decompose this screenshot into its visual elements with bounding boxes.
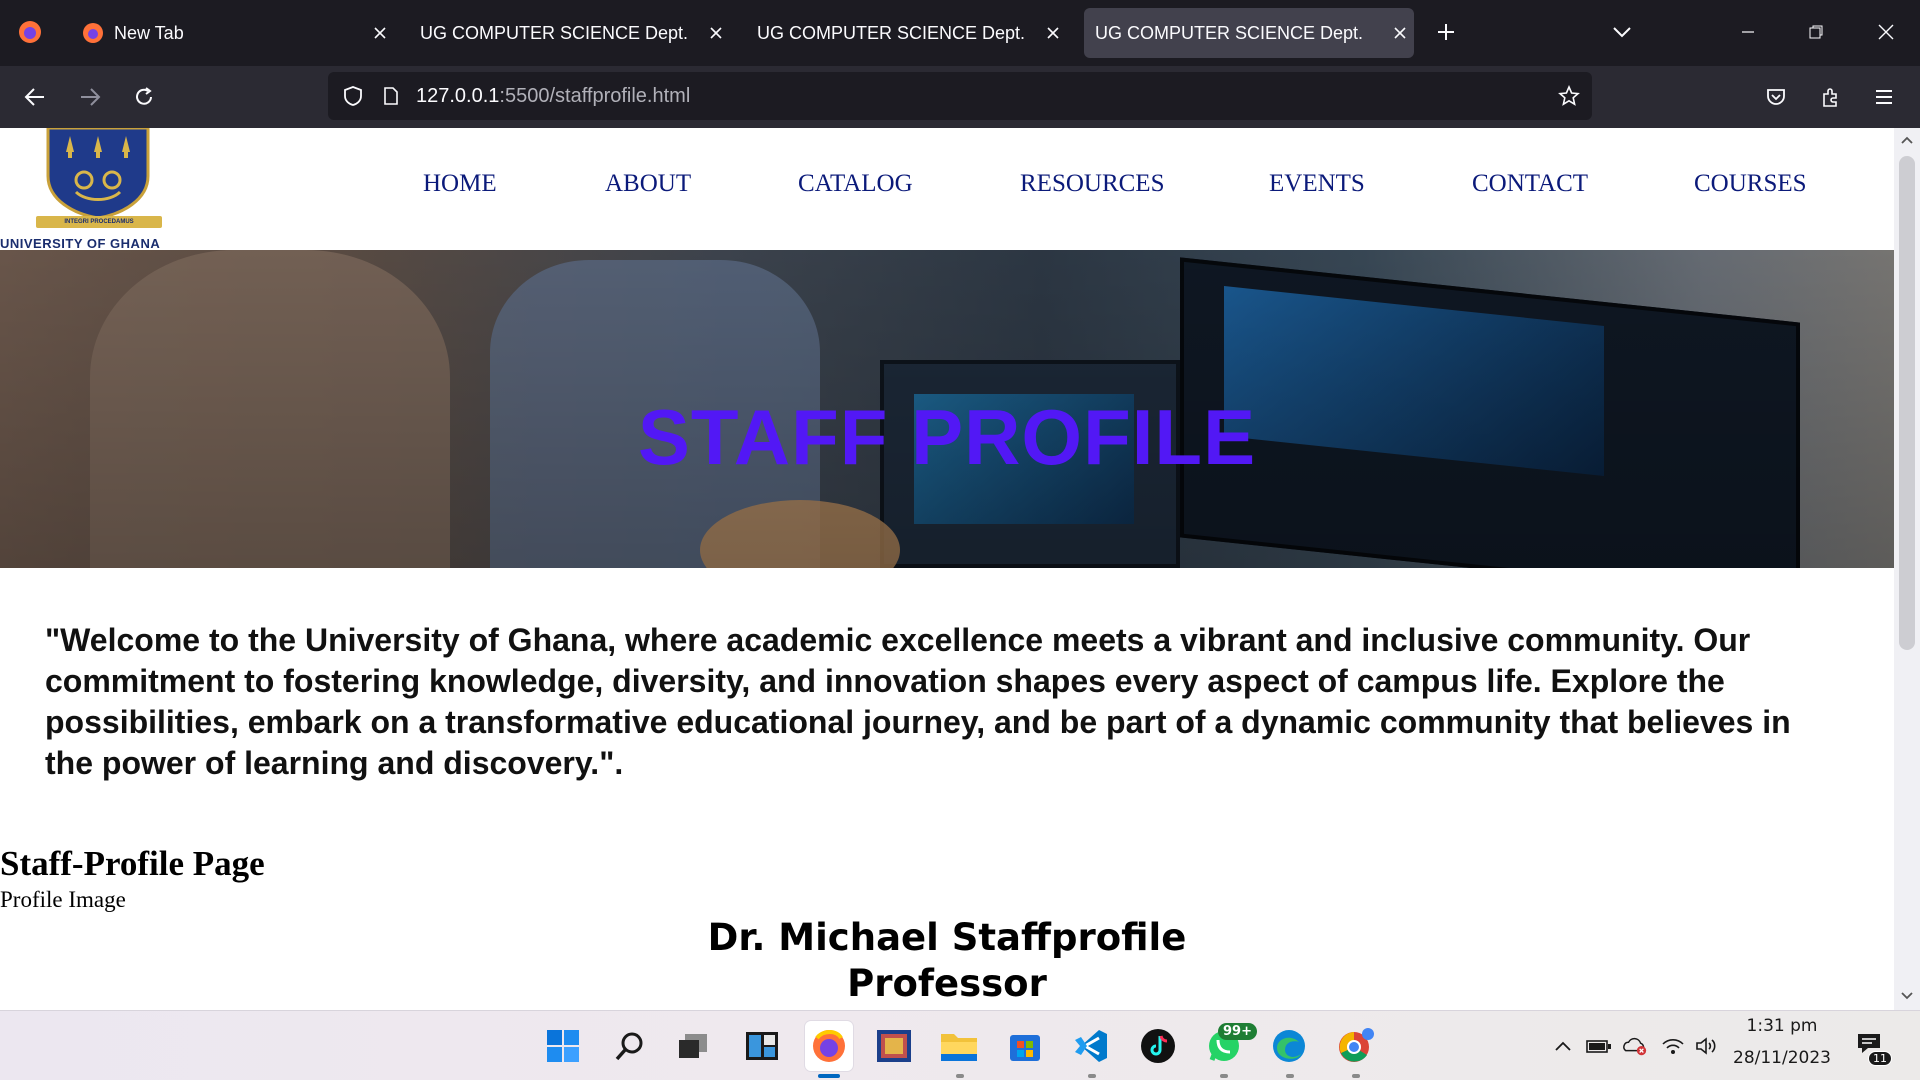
hero-title: STAFF PROFILE xyxy=(637,393,1257,481)
tab-label: UG COMPUTER SCIENCE Dept. xyxy=(1095,22,1364,43)
wifi-icon[interactable] xyxy=(1660,1033,1686,1059)
windows-taskbar: 99+ 11 xyxy=(0,1010,1920,1080)
volume-icon[interactable] xyxy=(1694,1033,1720,1059)
welcome-text: "Welcome to the University of Ghana, whe… xyxy=(45,622,1791,781)
tab-new-tab[interactable]: New Tab xyxy=(82,8,394,58)
tab-ug-cs-2[interactable]: UG COMPUTER SCIENCE Dept. xyxy=(757,8,1067,58)
nav-courses[interactable]: COURSES xyxy=(1694,170,1807,198)
app-indicator xyxy=(1286,1074,1294,1078)
nav-about[interactable]: ABOUT xyxy=(605,170,691,198)
close-icon[interactable] xyxy=(1386,19,1414,47)
clock-date[interactable]: 28/11/2023 xyxy=(1728,1048,1836,1068)
windows-start-icon[interactable] xyxy=(541,1024,585,1068)
pocket-icon[interactable] xyxy=(1758,79,1794,115)
nav-events[interactable]: EVENTS xyxy=(1269,170,1365,198)
vscode-icon[interactable] xyxy=(1069,1024,1113,1068)
chrome-icon[interactable] xyxy=(1334,1024,1378,1068)
search-icon[interactable] xyxy=(608,1024,652,1068)
staff-name: Dr. Michael Staffprofile xyxy=(707,916,1187,959)
scrollbar-thumb[interactable] xyxy=(1899,156,1915,650)
nav-home[interactable]: HOME xyxy=(423,170,497,198)
scroll-up-icon[interactable] xyxy=(1899,132,1915,148)
store-icon[interactable] xyxy=(1003,1024,1047,1068)
tab-label: UG COMPUTER SCIENCE Dept. xyxy=(757,22,1026,43)
url-host: 127.0.0.1 xyxy=(416,84,500,107)
file-explorer-icon[interactable] xyxy=(937,1024,981,1068)
close-icon[interactable] xyxy=(702,19,730,47)
firefox-menu-icon[interactable] xyxy=(12,14,48,50)
app-indicator xyxy=(956,1074,964,1078)
url-path: :5500/staffprofile.html xyxy=(499,84,691,107)
page-heading: Staff-Profile Page xyxy=(0,844,265,883)
forward-icon[interactable] xyxy=(72,79,108,115)
app-indicator xyxy=(1088,1074,1096,1078)
app-indicator xyxy=(1352,1074,1360,1078)
app-indicator xyxy=(1220,1074,1228,1078)
edge-icon[interactable] xyxy=(1267,1024,1311,1068)
active-app-indicator xyxy=(818,1074,840,1078)
tab-ug-cs-1[interactable]: UG COMPUTER SCIENCE Dept. xyxy=(420,8,730,58)
shield-icon[interactable] xyxy=(338,85,368,107)
scroll-down-icon[interactable] xyxy=(1899,988,1915,1004)
tiktok-icon[interactable] xyxy=(1136,1024,1180,1068)
new-tab-plus-icon[interactable] xyxy=(1428,14,1464,50)
notification-count: 11 xyxy=(1868,1051,1892,1066)
page-icon[interactable] xyxy=(376,86,406,106)
hero-banner: STAFF PROFILE xyxy=(0,250,1894,568)
firefox-icon xyxy=(82,22,104,44)
firefox-taskbar-icon[interactable] xyxy=(805,1021,853,1071)
nav-catalog[interactable]: CATALOG xyxy=(798,170,913,198)
url-text[interactable]: 127.0.0.1 :5500/staffprofile.html xyxy=(416,85,690,108)
star-icon[interactable] xyxy=(1554,85,1584,107)
nav-resources[interactable]: RESOURCES xyxy=(1020,170,1164,198)
page-viewport: INTEGRI PROCEDAMUS UNIVERSITY OF GHANA H… xyxy=(0,128,1920,1010)
logo-university-name: UNIVERSITY OF GHANA xyxy=(0,236,161,251)
staff-title: Professor xyxy=(847,962,1047,1005)
tab-label: UG COMPUTER SCIENCE Dept. xyxy=(420,22,689,43)
battery-icon[interactable] xyxy=(1586,1033,1612,1059)
close-window-icon[interactable] xyxy=(1868,14,1904,50)
browser-nav-bar: 127.0.0.1 :5500/staffprofile.html xyxy=(0,66,1920,128)
close-icon[interactable] xyxy=(1039,19,1067,47)
page-scrollbar[interactable] xyxy=(1894,128,1920,1010)
clock-time[interactable]: 1:31 pm xyxy=(1736,1016,1828,1036)
onedrive-icon[interactable] xyxy=(1622,1033,1648,1059)
close-icon[interactable] xyxy=(366,19,394,47)
reload-icon[interactable] xyxy=(126,79,162,115)
tab-label: New Tab xyxy=(114,22,184,43)
university-logo[interactable]: INTEGRI PROCEDAMUS UNIVERSITY OF GHANA xyxy=(0,128,198,251)
site-header: INTEGRI PROCEDAMUS UNIVERSITY OF GHANA H… xyxy=(0,128,1894,251)
crest-icon xyxy=(46,128,150,218)
back-icon[interactable] xyxy=(17,79,53,115)
task-view-icon[interactable] xyxy=(671,1024,715,1068)
browser-tab-bar: New Tab UG COMPUTER SCIENCE Dept. UG COM… xyxy=(0,0,1920,66)
profile-image-alt: Profile Image xyxy=(0,887,126,912)
tab-ug-cs-active[interactable]: UG COMPUTER SCIENCE Dept. xyxy=(1084,8,1414,58)
photos-icon[interactable] xyxy=(872,1024,916,1068)
menu-icon[interactable] xyxy=(1866,79,1902,115)
extensions-icon[interactable] xyxy=(1813,79,1849,115)
minimize-icon[interactable] xyxy=(1730,14,1766,50)
chevron-up-icon[interactable] xyxy=(1550,1033,1576,1059)
nav-contact[interactable]: CONTACT xyxy=(1472,170,1588,198)
logo-motto: INTEGRI PROCEDAMUS xyxy=(36,216,162,228)
widgets-icon[interactable] xyxy=(740,1024,784,1068)
url-bar[interactable]: 127.0.0.1 :5500/staffprofile.html xyxy=(328,72,1592,120)
whatsapp-badge: 99+ xyxy=(1218,1023,1257,1040)
restore-icon[interactable] xyxy=(1798,14,1834,50)
chevron-down-icon[interactable] xyxy=(1604,14,1640,50)
